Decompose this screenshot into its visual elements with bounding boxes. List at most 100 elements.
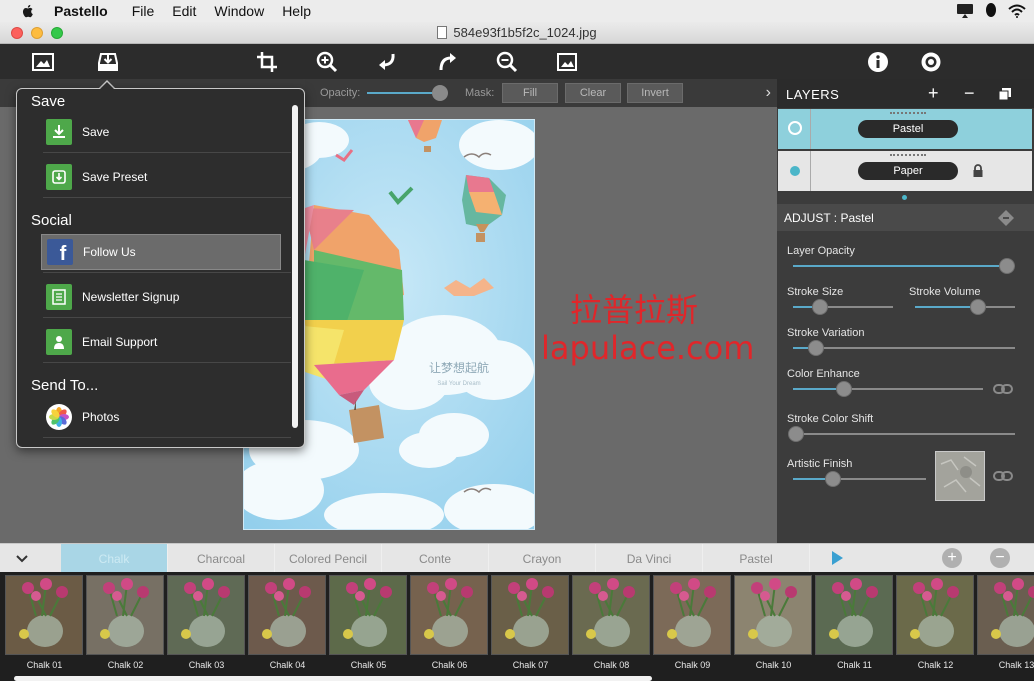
duplicate-layer-icon[interactable]: [998, 87, 1012, 101]
stroke-color-shift-slider[interactable]: [793, 433, 1015, 435]
window-title: 584e93f1b5f2c_1024.jpg: [0, 25, 1034, 40]
preset-thumbnail[interactable]: [5, 575, 83, 655]
app-menu[interactable]: Pastello: [54, 3, 108, 19]
newsletter-signup-menu-item[interactable]: Newsletter Signup: [41, 279, 281, 315]
layer-visibility-toggle[interactable]: [790, 166, 800, 176]
preset-thumbnail[interactable]: [896, 575, 974, 655]
reset-adjust-icon[interactable]: [997, 209, 1015, 227]
tab-pastel[interactable]: Pastel: [703, 544, 810, 573]
stroke-color-shift-knob[interactable]: [788, 426, 804, 442]
qq-penguin-icon[interactable]: [984, 2, 998, 19]
color-enhance-knob[interactable]: [836, 381, 852, 397]
tab-crayon[interactable]: Crayon: [489, 544, 596, 573]
layer-opacity-slider[interactable]: [793, 265, 1015, 267]
email-support-menu-item[interactable]: Email Support: [41, 324, 281, 360]
mask-invert-button[interactable]: Invert: [627, 83, 683, 103]
save-share-button[interactable]: [94, 48, 122, 76]
preset-thumbnail-label: Chalk 08: [593, 660, 630, 670]
layer-grip-handle[interactable]: [890, 154, 926, 156]
menu-window[interactable]: Window: [214, 3, 264, 19]
layer-row-paper[interactable]: Paper: [778, 151, 1032, 191]
paper-texture-swatch[interactable]: [935, 451, 985, 501]
stroke-variation-knob[interactable]: [808, 340, 824, 356]
artistic-finish-knob[interactable]: [825, 471, 841, 487]
system-menu-bar: Pastello File Edit Window Help: [0, 0, 1034, 22]
add-preset-icon[interactable]: +: [942, 548, 962, 568]
preset-thumbnail-label: Chalk 04: [269, 660, 306, 670]
layer-visibility-toggle[interactable]: [788, 121, 802, 135]
zoom-in-button[interactable]: [313, 48, 341, 76]
stroke-size-slider[interactable]: [793, 306, 893, 308]
preset-thumbnail[interactable]: [167, 575, 245, 655]
preset-thumbnail[interactable]: [491, 575, 569, 655]
apple-icon[interactable]: [20, 3, 36, 19]
info-button[interactable]: [864, 48, 892, 76]
tab-charcoal[interactable]: Charcoal: [168, 544, 275, 573]
stroke-volume-label: Stroke Volume: [909, 286, 981, 298]
stroke-volume-knob[interactable]: [970, 299, 986, 315]
chevron-right-icon[interactable]: ›: [766, 84, 771, 102]
thumbnail-scrollbar[interactable]: [14, 676, 652, 681]
layer-opacity-knob[interactable]: [999, 258, 1015, 274]
tab-colored-pencil[interactable]: Colored Pencil: [275, 544, 382, 573]
preset-thumbnail[interactable]: [815, 575, 893, 655]
dropdown-scrollbar[interactable]: [292, 105, 298, 428]
fit-image-button[interactable]: [553, 48, 581, 76]
preset-thumbnail[interactable]: [329, 575, 407, 655]
flower-vase-preview: [654, 576, 730, 654]
picture-frame-icon: [557, 53, 577, 71]
layer-row-pastel[interactable]: Pastel: [778, 109, 1032, 149]
add-layer-icon[interactable]: +: [928, 84, 939, 102]
stroke-variation-slider[interactable]: [793, 347, 1015, 349]
remove-preset-icon[interactable]: −: [990, 548, 1010, 568]
preset-thumbnail[interactable]: [410, 575, 488, 655]
photos-menu-item[interactable]: Photos: [41, 399, 281, 435]
save-preset-menu-item[interactable]: Save Preset: [41, 159, 281, 195]
artistic-finish-slider[interactable]: [793, 478, 926, 480]
open-image-button[interactable]: [29, 48, 57, 76]
layer-grip-handle[interactable]: [890, 112, 926, 114]
tab-conte[interactable]: Conte: [382, 544, 489, 573]
remove-layer-icon[interactable]: −: [964, 84, 975, 102]
zoom-out-button[interactable]: [493, 48, 521, 76]
preset-thumbnail[interactable]: [653, 575, 731, 655]
menu-file[interactable]: File: [132, 3, 155, 19]
preset-thumbnail[interactable]: [734, 575, 812, 655]
follow-us-menu-item[interactable]: f Follow Us: [41, 234, 281, 270]
crop-button[interactable]: [253, 48, 281, 76]
zoom-in-icon: [316, 51, 338, 73]
preset-thumbnail[interactable]: [248, 575, 326, 655]
mask-clear-button[interactable]: Clear: [565, 83, 621, 103]
layer-name[interactable]: Paper: [858, 162, 958, 180]
preset-thumbnail-label: Chalk 12: [917, 660, 954, 670]
link-chain-icon[interactable]: [993, 383, 1013, 395]
section-title-social: Social: [31, 212, 72, 229]
chevron-down-icon[interactable]: [14, 550, 30, 566]
menu-edit[interactable]: Edit: [172, 3, 196, 19]
stroke-size-knob[interactable]: [812, 299, 828, 315]
play-icon[interactable]: [832, 551, 843, 565]
settings-button[interactable]: [917, 48, 945, 76]
link-chain-icon[interactable]: [993, 470, 1013, 482]
opacity-slider-knob[interactable]: [432, 85, 448, 101]
preset-thumbnail[interactable]: [977, 575, 1034, 655]
brush-options-bar: Opacity: Mask: Fill Clear Invert ›: [305, 79, 777, 107]
display-icon[interactable]: [956, 3, 974, 19]
preset-thumbnail-label: Chalk 05: [350, 660, 387, 670]
layer-name[interactable]: Pastel: [858, 120, 958, 138]
tab-chalk[interactable]: Chalk: [61, 544, 168, 573]
undo-button[interactable]: [373, 48, 401, 76]
wifi-icon[interactable]: [1008, 4, 1026, 18]
flower-vase-preview: [330, 576, 406, 654]
preset-thumbnail[interactable]: [86, 575, 164, 655]
lock-icon[interactable]: [972, 164, 984, 178]
save-menu-item[interactable]: Save: [41, 114, 281, 150]
stroke-color-shift-label: Stroke Color Shift: [787, 413, 874, 425]
stroke-volume-slider[interactable]: [915, 306, 1015, 308]
preset-thumbnail[interactable]: [572, 575, 650, 655]
tab-da-vinci[interactable]: Da Vinci: [596, 544, 703, 573]
redo-button[interactable]: [433, 48, 461, 76]
color-enhance-slider[interactable]: [793, 388, 983, 390]
menu-help[interactable]: Help: [282, 3, 311, 19]
mask-fill-button[interactable]: Fill: [502, 83, 558, 103]
